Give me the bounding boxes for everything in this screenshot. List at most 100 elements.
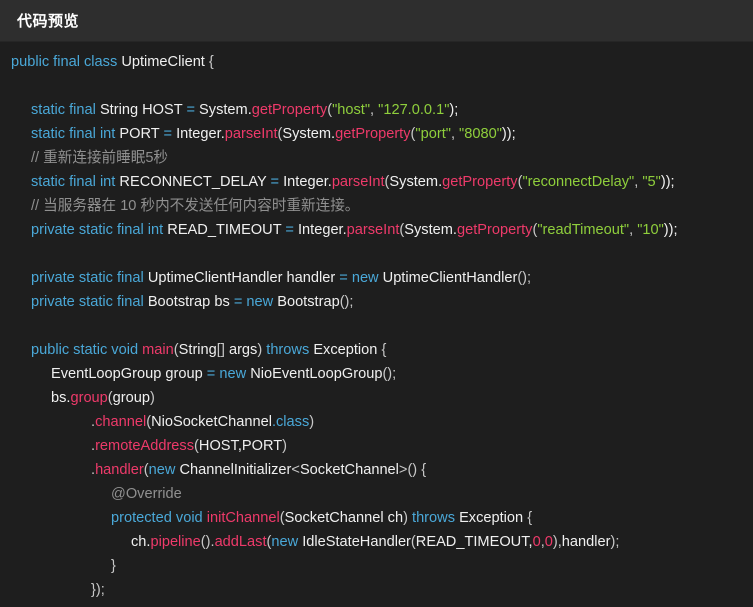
code-token: String HOST bbox=[99, 102, 187, 118]
code-token: >() { bbox=[398, 462, 427, 478]
code-token: UptimeClient bbox=[121, 54, 209, 70]
code-token: = bbox=[270, 174, 284, 190]
code-token: RECONNECT_DELAY bbox=[119, 174, 271, 190]
code-token: = bbox=[163, 126, 177, 142]
code-token: READ_TIMEOUT bbox=[167, 222, 286, 238]
code-token: (); bbox=[517, 270, 532, 286]
code-token: IdleStateHandler bbox=[302, 534, 411, 550]
code-token: parseInt bbox=[346, 222, 400, 238]
code-token: "port" bbox=[415, 126, 451, 142]
code-token: // 当服务器在 10 秒内不发送任何内容时重新连接。 bbox=[31, 198, 360, 214]
code-token: 0 bbox=[532, 534, 541, 550]
code-token: < bbox=[291, 462, 300, 478]
code-token: String bbox=[178, 342, 217, 358]
code-token: SocketChannel bbox=[299, 462, 399, 478]
code-token: = bbox=[233, 294, 247, 310]
code-token: getProperty bbox=[251, 102, 328, 118]
code-token: "readTimeout" bbox=[537, 222, 630, 238]
panel-header: 代码预览 bbox=[0, 0, 753, 42]
code-token: main bbox=[142, 342, 174, 358]
code-token: args bbox=[228, 342, 258, 358]
code-token: , bbox=[629, 222, 638, 238]
code-token: group bbox=[70, 390, 108, 406]
code-token: "10" bbox=[637, 222, 664, 238]
code-token: SocketChannel ch bbox=[284, 510, 404, 526]
code-line: .channel(NioSocketChannel.class) bbox=[11, 410, 753, 434]
code-token: private static final bbox=[31, 270, 148, 286]
code-token: EventLoopGroup group bbox=[51, 366, 207, 382]
code-token: )); bbox=[660, 174, 675, 190]
code-area[interactable]: public final class UptimeClient { static … bbox=[11, 50, 753, 602]
code-token: System. bbox=[282, 126, 336, 142]
code-token: Bootstrap bbox=[277, 294, 340, 310]
code-token: = bbox=[339, 270, 352, 286]
code-token: protected void bbox=[111, 510, 207, 526]
code-line: static final int RECONNECT_DELAY = Integ… bbox=[11, 170, 753, 194]
code-line: .remoteAddress(HOST,PORT) bbox=[11, 434, 753, 458]
code-token: (); bbox=[382, 366, 397, 382]
code-line: EventLoopGroup group = new NioEventLoopG… bbox=[11, 362, 753, 386]
code-line: .handler(new ChannelInitializer<SocketCh… bbox=[11, 458, 753, 482]
code-token: PORT bbox=[119, 126, 164, 142]
code-token: Integer. bbox=[297, 222, 347, 238]
code-token: Integer. bbox=[283, 174, 332, 190]
code-token: Exception bbox=[313, 342, 382, 358]
code-token: "reconnectDelay" bbox=[522, 174, 635, 190]
code-token: ); bbox=[449, 102, 459, 118]
code-token: }); bbox=[91, 582, 105, 598]
code-token: new bbox=[148, 462, 180, 478]
code-token: [] bbox=[216, 342, 229, 358]
code-line: }); bbox=[11, 578, 753, 602]
code-token: static final int bbox=[31, 126, 120, 142]
code-token: )); bbox=[663, 222, 678, 238]
code-token: ) bbox=[282, 438, 288, 454]
code-token: ch. bbox=[131, 534, 151, 550]
code-line: ch.pipeline().addLast(new IdleStateHandl… bbox=[11, 530, 753, 554]
code-line: protected void initChannel(SocketChannel… bbox=[11, 506, 753, 530]
code-token: = bbox=[285, 222, 298, 238]
code-token: Integer. bbox=[176, 126, 225, 142]
code-token: parseInt bbox=[331, 174, 385, 190]
code-token: new bbox=[246, 294, 278, 310]
code-token: { bbox=[381, 342, 387, 358]
code-token: HOST,PORT bbox=[198, 438, 283, 454]
code-token: "5" bbox=[642, 174, 661, 190]
code-token: new bbox=[219, 366, 251, 382]
code-token: throws bbox=[266, 342, 314, 358]
code-token: Exception bbox=[459, 510, 528, 526]
code-token: , bbox=[450, 126, 460, 142]
code-token: = bbox=[206, 366, 220, 382]
code-token: )); bbox=[501, 126, 516, 142]
code-token: , bbox=[370, 102, 379, 118]
code-token: channel bbox=[95, 414, 147, 430]
code-line: // 重新连接前睡眠5秒 bbox=[11, 146, 753, 170]
panel-title: 代码预览 bbox=[17, 12, 80, 30]
code-token: remoteAddress bbox=[95, 438, 195, 454]
code-token: System. bbox=[199, 102, 252, 118]
code-token: ); bbox=[610, 534, 620, 550]
code-token: "127.0.0.1" bbox=[378, 102, 450, 118]
code-token: addLast bbox=[214, 534, 267, 550]
code-token: Bootstrap bs bbox=[147, 294, 234, 310]
code-token: UptimeClientHandler bbox=[382, 270, 518, 286]
code-token: } bbox=[111, 558, 116, 574]
code-token: { bbox=[208, 54, 214, 70]
code-line: public final class UptimeClient { bbox=[11, 50, 753, 74]
code-line: private static final int READ_TIMEOUT = … bbox=[11, 218, 753, 242]
code-token: ChannelInitializer bbox=[179, 462, 292, 478]
code-token: 0 bbox=[544, 534, 553, 550]
code-token: getProperty bbox=[442, 174, 518, 190]
code-token: static final int bbox=[31, 174, 120, 190]
code-token: public static void bbox=[31, 342, 143, 358]
code-line: bs.group(group) bbox=[11, 386, 753, 410]
code-token: System. bbox=[389, 174, 443, 190]
code-token: NioEventLoopGroup bbox=[250, 366, 383, 382]
code-token: @Override bbox=[111, 486, 182, 502]
code-token: NioSocketChannel bbox=[151, 414, 272, 430]
code-token: ) bbox=[403, 510, 413, 526]
code-token: System. bbox=[404, 222, 457, 238]
code-line: } bbox=[11, 554, 753, 578]
code-line: public static void main(String[] args) t… bbox=[11, 338, 753, 362]
code-token: getProperty bbox=[457, 222, 533, 238]
